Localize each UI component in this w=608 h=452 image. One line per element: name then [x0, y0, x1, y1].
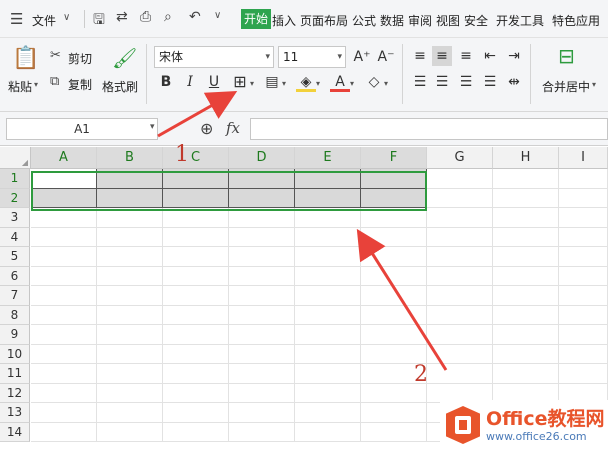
- office-logo-inner: [455, 416, 471, 434]
- watermark-brand: Office教程网: [486, 408, 605, 430]
- annotation-label-2: 2: [414, 362, 428, 387]
- watermark-url: www.office26.com: [486, 430, 587, 443]
- annotation-layer: [157, 91, 448, 371]
- annotation-label-1: 1: [175, 142, 189, 167]
- office-logo-icon: [446, 406, 480, 444]
- arrow-2: [356, 228, 448, 371]
- watermark: Office教程网 www.office26.com: [440, 400, 608, 452]
- arrow-1: [157, 91, 238, 138]
